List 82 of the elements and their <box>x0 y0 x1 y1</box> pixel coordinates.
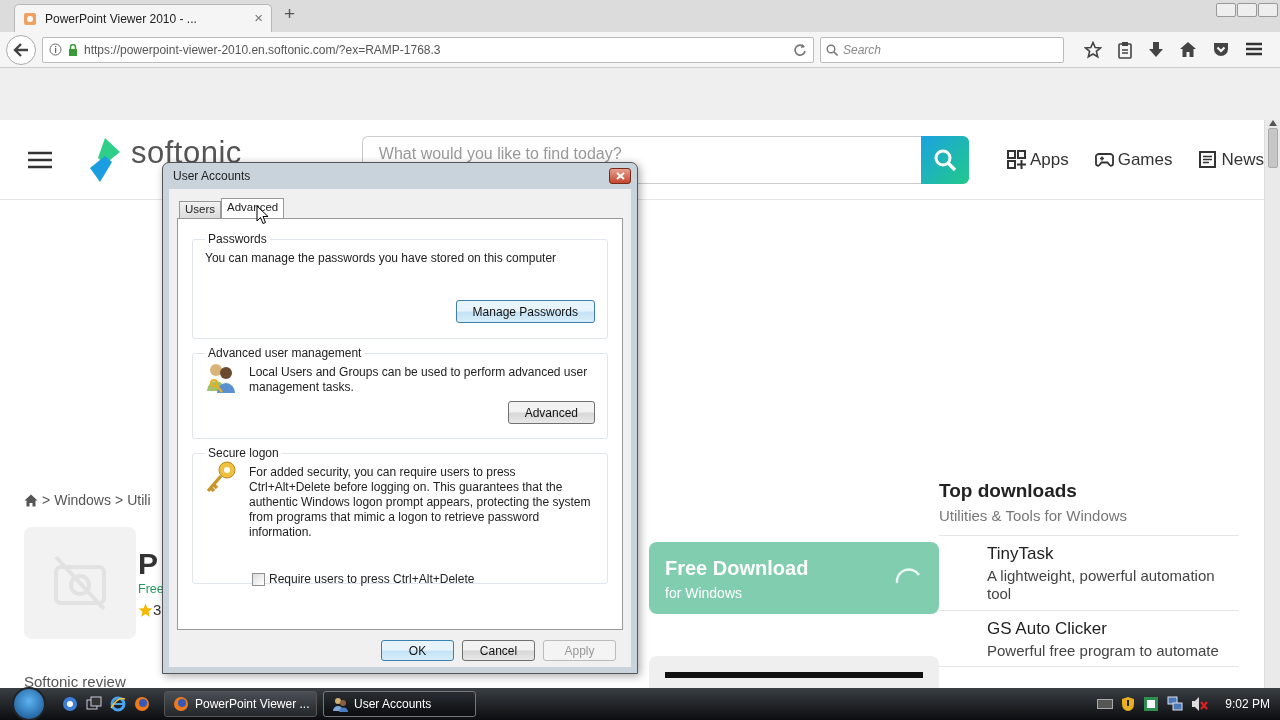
users-icon <box>205 361 237 394</box>
address-bar[interactable]: https://powerpoint-viewer-2010.en.softonic.com/?ex=RAMP-1768.3 <box>42 36 814 63</box>
close-button[interactable] <box>609 168 631 184</box>
tab[interactable]: Advanced <box>221 198 285 218</box>
home-icon[interactable] <box>24 494 38 507</box>
new-tab-button[interactable]: + <box>272 0 308 32</box>
group-title: Passwords <box>207 233 268 245</box>
checkbox[interactable] <box>252 572 265 586</box>
checkbox-label: Require users to press Ctrl+Alt+Delete <box>269 571 475 588</box>
scrollbar-thumb[interactable] <box>1267 128 1278 168</box>
search-icon <box>826 43 838 56</box>
app-name-link[interactable]: TinyTask <box>987 544 1239 565</box>
menu-icon[interactable] <box>28 150 52 169</box>
breadcrumb-link[interactable]: Utili <box>127 490 151 511</box>
star-icon[interactable] <box>1084 40 1102 59</box>
taskbar-button[interactable]: PowerPoint Viewer ... <box>164 691 317 717</box>
breadcrumb-link[interactable]: Windows <box>54 490 111 511</box>
muted-speaker-icon[interactable] <box>1191 696 1210 712</box>
license-label: Free <box>138 581 164 598</box>
firefox-icon[interactable] <box>134 696 150 712</box>
gamepad-icon <box>1094 150 1114 169</box>
keyboard-icon[interactable] <box>1097 699 1114 709</box>
firefox-icon <box>173 696 189 712</box>
group-description: For added security, you can require users to press Ctrl+Alt+Delete before logging on. This guarantees that the authentic Windows logon prompt appears, protecting the system from programs that mimic a logon to retrieve password information. <box>249 465 592 540</box>
document-icon <box>1198 150 1218 169</box>
search-field[interactable]: Search <box>820 36 1064 63</box>
scrollbar[interactable] <box>1264 120 1280 688</box>
tab[interactable]: Users <box>179 201 222 218</box>
back-arrow-icon <box>13 42 29 57</box>
grid-icon <box>1006 150 1026 169</box>
download-icon[interactable] <box>1148 40 1164 59</box>
start-button[interactable] <box>12 687 46 720</box>
search-icon <box>933 147 958 172</box>
close-tab-button[interactable]: × <box>254 7 263 30</box>
close-icon <box>615 172 625 180</box>
section-subtitle: Utilities & Tools for Windows <box>939 504 1239 537</box>
pocket-icon[interactable] <box>1212 40 1230 58</box>
nav-link[interactable]: Apps <box>1006 146 1069 173</box>
dialog-button[interactable]: Cancel <box>462 640 535 661</box>
key-icon <box>205 461 237 494</box>
rating-value: 3 <box>153 599 162 620</box>
windows-switch-icon[interactable] <box>86 696 102 712</box>
dialog-title: User Accounts <box>173 168 251 185</box>
advanced-button[interactable]: Advanced <box>507 401 595 424</box>
group-title: Secure logon <box>207 447 280 459</box>
users-icon <box>332 696 348 712</box>
spreadsheet-icon[interactable] <box>1143 696 1160 712</box>
logo-icon <box>88 137 122 182</box>
browser-tab[interactable]: PowerPoint Viewer 2010 - ... × <box>14 4 272 32</box>
logo-text: softonic <box>131 137 242 168</box>
url-text: https://powerpoint-viewer-2010.en.softonic.com/?ex=RAMP-1768.3 <box>84 41 441 59</box>
taskbar-button[interactable]: User Accounts <box>323 691 476 717</box>
shield-icon[interactable] <box>1121 696 1136 712</box>
section-heading: Softonic review <box>24 672 127 688</box>
star-icon <box>138 602 153 618</box>
info-icon <box>49 43 62 56</box>
ie-icon[interactable] <box>110 696 126 712</box>
section-title: Top downloads <box>939 480 1078 503</box>
menu-icon[interactable] <box>1245 40 1263 57</box>
group-description: You can manage the passwords you have stored on this computer <box>205 251 558 266</box>
browser-icon[interactable] <box>62 696 78 712</box>
group-description: Local Users and Groups can be used to perform advanced user management tasks. <box>249 365 589 395</box>
clock[interactable]: 9:02 PM <box>1225 695 1270 713</box>
reload-icon[interactable] <box>793 42 807 57</box>
home-icon[interactable] <box>1179 40 1197 58</box>
back-button[interactable] <box>6 34 36 65</box>
app-description: A lightweight, powerful automation tool <box>987 566 1216 605</box>
group-title: Advanced user management <box>207 347 363 359</box>
dialog-button[interactable]: OK <box>381 640 454 661</box>
app-name-link[interactable]: GS Auto Clicker <box>987 619 1239 640</box>
manage-passwords-button[interactable]: Manage Passwords <box>455 300 595 323</box>
nav-link[interactable]: News <box>1198 146 1264 173</box>
breadcrumb-separator: > <box>115 491 124 510</box>
lock-icon <box>68 43 78 56</box>
network-icon[interactable] <box>1167 696 1184 712</box>
app-description: Powerful free program to automate <box>987 641 1220 661</box>
search-button[interactable] <box>921 135 969 184</box>
nav-link[interactable]: Games <box>1094 146 1173 173</box>
app-title: P <box>138 547 159 580</box>
page-icon <box>23 11 37 26</box>
clipboard-icon[interactable] <box>1117 40 1133 59</box>
breadcrumb-separator: > <box>42 491 51 510</box>
